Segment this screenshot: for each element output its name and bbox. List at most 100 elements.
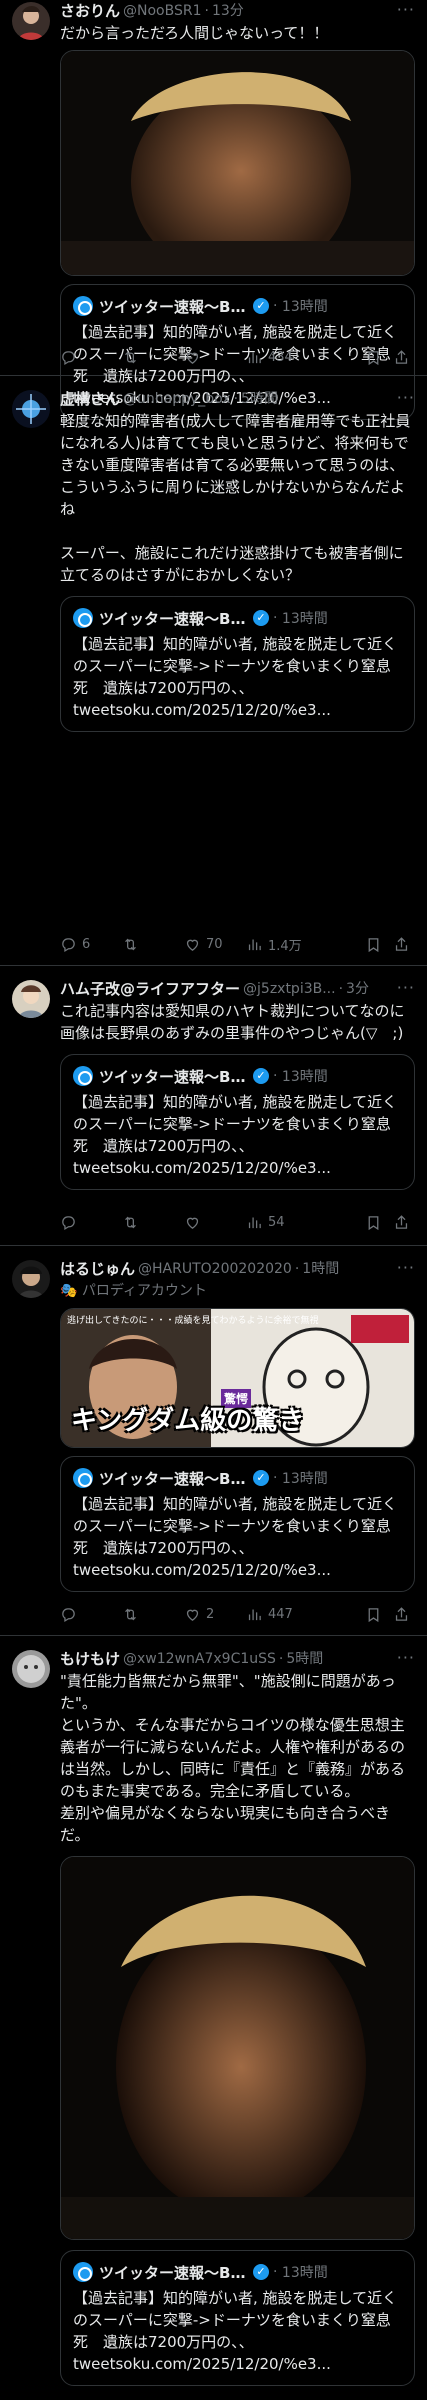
display-name[interactable]: さおりん bbox=[60, 0, 120, 22]
bookmark-button[interactable] bbox=[359, 1606, 387, 1623]
more-icon[interactable]: ··· bbox=[397, 978, 415, 997]
timestamp[interactable]: 5時間 bbox=[286, 1648, 323, 1670]
like-button[interactable] bbox=[184, 349, 246, 366]
tweet-image[interactable]: 逃げ出してきたのに・・・成績を見てわかるように余裕で無視 驚愕 キングダム級の驚… bbox=[60, 1308, 415, 1448]
display-name[interactable]: はるじゅん bbox=[60, 1258, 135, 1280]
quote-timestamp: 13時間 bbox=[281, 1069, 328, 1085]
action-bar: 434 bbox=[60, 347, 415, 367]
reply-icon bbox=[60, 1214, 77, 1231]
quoted-tweet[interactable]: ツイッター速報〜BreakingN... ✓ · 13時間 【過去記事】知的障が… bbox=[60, 2250, 415, 2386]
views-button[interactable]: 54 bbox=[246, 1214, 324, 1231]
tweet-text: "責任能力皆無だから無罪"、"施設側に問題があった"。 というか、そんな事だから… bbox=[60, 1672, 406, 1844]
tweet[interactable]: はるじゅん @HARUTO200202020 · 1時間 ··· 🎭 パロディア… bbox=[0, 1246, 427, 1636]
views-button[interactable]: 447 bbox=[246, 1606, 324, 1623]
action-bar: 2 447 bbox=[60, 1604, 415, 1624]
retweet-button[interactable] bbox=[122, 1214, 184, 1231]
reply-button[interactable]: 6 bbox=[60, 936, 122, 953]
tweet[interactable]: 虚構さん @unhappy_box · 5時間 ··· 軽度な知的障害者(成人し… bbox=[0, 376, 427, 966]
parody-icon: 🎭 bbox=[60, 1283, 82, 1299]
user-handle[interactable]: @xw12wnA7x9C1uSS bbox=[123, 1648, 276, 1670]
user-handle[interactable]: @unhappy_box bbox=[123, 388, 231, 410]
display-name[interactable]: ハム子改@ライフアフター bbox=[60, 978, 240, 1000]
image-caption-top: 逃げ出してきたのに・・・成績を見てわかるように余裕で無視 bbox=[67, 1316, 319, 1326]
user-handle[interactable]: @NooBSR1 bbox=[123, 0, 201, 22]
views-button[interactable]: 1.4万 bbox=[246, 935, 324, 954]
more-icon[interactable]: ··· bbox=[397, 1258, 415, 1277]
views-button[interactable]: 434 bbox=[246, 349, 324, 366]
share-button[interactable] bbox=[387, 936, 415, 953]
avatar[interactable] bbox=[12, 980, 50, 1018]
more-icon[interactable]: ··· bbox=[397, 388, 415, 407]
quote-avatar bbox=[73, 2262, 93, 2282]
quoted-tweet[interactable]: ツイッター速報〜BreakingN... ✓ · 13時間 【過去記事】知的障が… bbox=[60, 596, 415, 732]
like-button[interactable] bbox=[184, 1214, 246, 1231]
user-handle[interactable]: @HARUTO200202020 bbox=[138, 1258, 292, 1280]
quote-avatar bbox=[73, 608, 93, 628]
quote-author-name: ツイッター速報〜BreakingN... bbox=[99, 2263, 249, 2282]
more-icon[interactable]: ··· bbox=[397, 1648, 415, 1667]
user-handle[interactable]: @j5zxtpi3B... bbox=[243, 978, 336, 1000]
verified-icon: ✓ bbox=[253, 610, 269, 626]
display-name[interactable]: 虚構さん bbox=[60, 388, 120, 410]
verified-icon: ✓ bbox=[253, 1470, 269, 1486]
quoted-tweet[interactable]: ツイッター速報〜BreakingN... ✓ · 13時間 【過去記事】知的障が… bbox=[60, 1054, 415, 1190]
quote-author-name: ツイッター速報〜BreakingN... bbox=[99, 1469, 249, 1488]
reply-button[interactable] bbox=[60, 1606, 122, 1623]
timestamp[interactable]: 1時間 bbox=[302, 1258, 339, 1280]
avatar[interactable] bbox=[12, 1260, 50, 1298]
quote-text: 【過去記事】知的障がい者, 施設を脱走して近くのスーパーに突撃->ドーナツを食い… bbox=[73, 1495, 398, 1579]
quote-text: 【過去記事】知的障がい者, 施設を脱走して近くのスーパーに突撃->ドーナツを食い… bbox=[73, 2289, 398, 2373]
share-button[interactable] bbox=[387, 1214, 415, 1231]
retweet-button[interactable] bbox=[122, 349, 184, 366]
avatar[interactable] bbox=[12, 390, 50, 428]
display-name[interactable]: もけもけ bbox=[60, 1648, 120, 1670]
like-icon bbox=[184, 1606, 201, 1623]
avatar[interactable] bbox=[12, 2, 50, 40]
views-icon bbox=[246, 1606, 263, 1623]
quote-avatar bbox=[73, 296, 93, 316]
quote-author-name: ツイッター速報〜BreakingN... bbox=[99, 609, 249, 628]
verified-icon: ✓ bbox=[253, 2264, 269, 2280]
tweet[interactable]: もけもけ @xw12wnA7x9C1uSS · 5時間 ··· "責任能力皆無だ… bbox=[0, 1636, 427, 2400]
share-button[interactable] bbox=[387, 1606, 415, 1623]
quote-avatar bbox=[73, 1066, 93, 1086]
retweet-icon bbox=[122, 1214, 139, 1231]
reply-button[interactable] bbox=[60, 1214, 122, 1231]
more-icon[interactable]: ··· bbox=[397, 0, 415, 19]
tweet-image[interactable] bbox=[60, 1856, 415, 2240]
timestamp[interactable]: 3分 bbox=[346, 978, 369, 1000]
timestamp[interactable]: 13分 bbox=[212, 0, 244, 22]
tweet-text: だから言っただろ人間じゃないって！！ bbox=[60, 24, 329, 42]
bookmark-button[interactable] bbox=[359, 1214, 387, 1231]
like-icon bbox=[184, 1214, 201, 1231]
like-icon bbox=[184, 936, 201, 953]
quote-text: 【過去記事】知的障がい者, 施設を脱走して近くのスーパーに突撃->ドーナツを食い… bbox=[73, 635, 398, 719]
quote-timestamp: 13時間 bbox=[281, 611, 328, 627]
tweet-header: さおりん @NooBSR1 · 13分 bbox=[60, 0, 244, 22]
retweet-icon bbox=[122, 349, 139, 366]
avatar[interactable] bbox=[12, 1650, 50, 1688]
quote-author-name: ツイッター速報〜BreakingN... bbox=[99, 297, 249, 316]
verified-icon: ✓ bbox=[253, 298, 269, 314]
bookmark-button[interactable] bbox=[359, 349, 387, 366]
share-button[interactable] bbox=[387, 349, 415, 366]
views-icon bbox=[246, 1214, 263, 1231]
tweet[interactable]: さおりん @NooBSR1 · 13分 ··· だから言っただろ人間じゃないって… bbox=[0, 0, 427, 420]
retweet-button[interactable] bbox=[122, 1606, 184, 1623]
retweet-button[interactable] bbox=[122, 936, 184, 953]
retweet-icon bbox=[122, 936, 139, 953]
tweet-text: これ記事内容は愛知県のハヤト裁判についてなのに画像は長野県のあずみの里事件のやつ… bbox=[60, 1002, 405, 1042]
reply-button[interactable] bbox=[60, 349, 122, 366]
bookmark-button[interactable] bbox=[359, 936, 387, 953]
quoted-tweet[interactable]: ツイッター速報〜BreakingN... ✓ · 13時間 【過去記事】知的障が… bbox=[60, 1456, 415, 1592]
quote-text: 【過去記事】知的障がい者, 施設を脱走して近くのスーパーに突撃->ドーナツを食い… bbox=[73, 1093, 398, 1177]
tweet[interactable]: ハム子改@ライフアフター @j5zxtpi3B... · 3分 ··· これ記事… bbox=[0, 966, 427, 1246]
tweet-image[interactable] bbox=[60, 50, 415, 276]
like-button[interactable]: 2 bbox=[184, 1606, 246, 1623]
bookmark-icon bbox=[365, 936, 382, 953]
like-button[interactable]: 70 bbox=[184, 936, 246, 953]
bookmark-icon bbox=[365, 1606, 382, 1623]
bookmark-icon bbox=[365, 1214, 382, 1231]
timestamp[interactable]: 5時間 bbox=[241, 388, 278, 410]
share-icon bbox=[393, 1606, 410, 1623]
